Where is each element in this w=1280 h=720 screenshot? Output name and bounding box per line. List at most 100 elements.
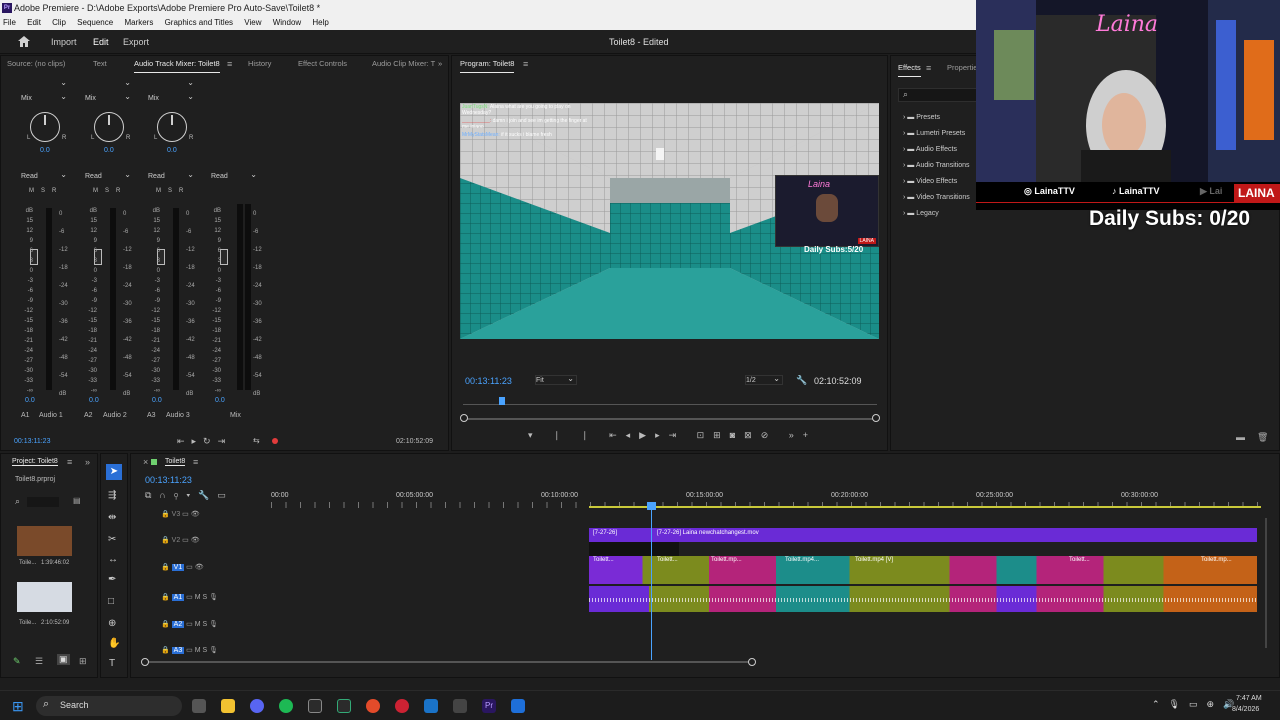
trash-icon[interactable]: 🗑 [1257, 432, 1268, 443]
timeline-timecode[interactable]: 00:13:11:23 [145, 475, 192, 485]
channel-mode-3[interactable]: Mix [148, 92, 196, 104]
menu-help[interactable]: Help [312, 18, 328, 27]
automation-mode-1[interactable]: Read [21, 170, 69, 182]
v1-clip-track[interactable]: Toilett... Toilett... Toilett.mp... Toil… [589, 556, 1257, 584]
icon-view-icon[interactable]: ▣ [57, 654, 70, 665]
ripple-tool-icon[interactable]: ⊕ [108, 618, 116, 629]
new-folder-icon[interactable]: ▬ [1236, 432, 1245, 442]
discord-icon[interactable] [250, 699, 264, 713]
automation-mode-2[interactable]: Read [85, 170, 133, 182]
input-select-2[interactable] [81, 78, 133, 90]
system-tray-icons[interactable]: ⌃🎙▭⊕🔊 [1152, 699, 1243, 710]
file-explorer-icon[interactable] [221, 699, 235, 713]
effects-item[interactable]: › ▬ Presets [903, 114, 983, 130]
effects-search-input[interactable]: ⌕ [898, 88, 978, 102]
close-icon[interactable]: × [143, 457, 148, 467]
program-video-frame[interactable]: JuanTugsN: Alaina what are you going to … [460, 103, 879, 339]
loop-icon[interactable]: ⇆ [253, 436, 260, 445]
program-transport-buttons[interactable]: ▾ ❘ ❘ ⇤◂▶▸⇥ ⊡⊞◙⊠⊘ »+ [528, 430, 817, 441]
a1-clip-track[interactable] [589, 586, 1257, 612]
program-menu-icon[interactable]: ≡ [523, 56, 528, 72]
search-icon[interactable]: ⌕ [15, 496, 20, 507]
program-playhead[interactable] [499, 397, 505, 405]
menu-file[interactable]: File [3, 18, 16, 27]
export-tab[interactable]: Export [123, 30, 149, 54]
menu-window[interactable]: Window [273, 18, 301, 27]
app-icon[interactable] [453, 699, 467, 713]
hand-tool-icon[interactable]: ✋ [108, 638, 120, 649]
bin-icon[interactable]: ▤ [73, 496, 81, 505]
v2-clip-track[interactable]: [7-27-26] [7-27-26] Laina newchatchanges… [589, 528, 1257, 542]
level-value-3[interactable]: 0.0 [152, 397, 162, 404]
rectangle-tool-icon[interactable]: □ [108, 596, 114, 607]
timeline-scroll-left-handle[interactable] [141, 658, 149, 666]
mixer-transport-controls[interactable]: ⇤▸↻⇥ [177, 436, 232, 447]
obs-icon[interactable] [308, 699, 322, 713]
level-value-mix[interactable]: 0.0 [215, 397, 225, 404]
selection-tool-icon[interactable]: ➤ [106, 464, 122, 480]
taskbar-search-box[interactable]: ⌕ Search [36, 696, 182, 716]
work-area-bar[interactable] [589, 506, 1261, 508]
panel-menu-icon[interactable]: ≡ [227, 56, 232, 72]
channel-mode-2[interactable]: Mix [85, 92, 133, 104]
freeform-view-icon[interactable]: ⊞ [79, 656, 87, 667]
timeline-playhead[interactable] [651, 502, 652, 660]
channel-mode-1[interactable]: Mix [21, 92, 69, 104]
app-icon[interactable] [395, 699, 409, 713]
level-value-2[interactable]: 0.0 [89, 397, 99, 404]
program-timecode[interactable]: 00:13:11:23 [465, 376, 512, 386]
task-view-icon[interactable] [192, 699, 206, 713]
zoom-bar-left-handle[interactable] [460, 414, 468, 422]
zoom-bar-right-handle[interactable] [872, 414, 880, 422]
resolution-select[interactable]: 1/2 [745, 374, 783, 385]
timeline-scroll-right-handle[interactable] [748, 658, 756, 666]
project-thumb-2[interactable] [17, 582, 72, 612]
app-icon[interactable] [511, 699, 525, 713]
v2-black-clip[interactable] [589, 542, 679, 556]
pan-knob-2[interactable] [94, 112, 124, 142]
home-icon[interactable] [18, 36, 30, 47]
pan-knob-1[interactable] [30, 112, 60, 142]
track-select-icon[interactable]: ⇶ [108, 490, 116, 501]
edit-tab[interactable]: Edit [93, 30, 109, 54]
list-view-icon[interactable]: ☰ [35, 656, 43, 667]
tab-source[interactable]: Source: (no clips) [7, 56, 65, 72]
project-menu-icon[interactable]: ≡ [67, 457, 72, 467]
effects-item[interactable]: › ▬ Audio Transitions [903, 162, 983, 178]
tab-sequence[interactable]: Toilet8 [165, 458, 186, 466]
program-mini-ruler[interactable] [463, 397, 877, 405]
timeline-ruler[interactable]: 00:00 00:05:00:00 00:10:00:00 00:15:00:0… [271, 492, 1261, 508]
a2-target[interactable]: A2 [171, 621, 185, 628]
chrome-icon[interactable] [366, 699, 380, 713]
slip-tool-icon[interactable]: ↔ [108, 554, 118, 565]
effects-item[interactable]: › ▬ Video Effects [903, 178, 983, 194]
automation-mode-mix[interactable]: Read [211, 170, 259, 182]
v1-target[interactable]: V1 [171, 564, 185, 571]
timeline-vertical-scroll[interactable] [1265, 518, 1267, 648]
effects-item[interactable]: › ▬ Video Transitions [903, 194, 983, 210]
menu-view[interactable]: View [244, 18, 261, 27]
a3-target[interactable]: A3 [171, 647, 185, 654]
menu-markers[interactable]: Markers [124, 18, 153, 27]
menu-edit[interactable]: Edit [27, 18, 41, 27]
ripple-edit-icon[interactable]: ⇹ [108, 512, 116, 523]
effects-item[interactable]: › ▬ Audio Effects [903, 146, 983, 162]
pan-value-2[interactable]: 0.0 [104, 147, 114, 154]
tab-text[interactable]: Text [93, 56, 107, 72]
timeline-zoom-scroll[interactable] [145, 661, 753, 663]
effects-menu-icon[interactable]: ≡ [926, 60, 931, 76]
wrench-icon[interactable]: 🔧 [796, 375, 807, 386]
steam-icon[interactable] [424, 699, 438, 713]
playhead-handle[interactable] [647, 502, 656, 510]
zoom-select[interactable]: Fit [535, 374, 577, 385]
volume-fader-mix[interactable] [220, 249, 228, 265]
tab-history[interactable]: History [248, 56, 271, 72]
mixer-timecode[interactable]: 00:13:11:23 [14, 438, 50, 445]
windows-start-icon[interactable]: ⊞ [12, 698, 24, 715]
timeline-toolbar[interactable]: ⧉∩⚲▾🔧▭ [145, 490, 234, 501]
tab-project[interactable]: Project: Toilet8 [12, 458, 58, 466]
sequence-menu-icon[interactable]: ≡ [193, 457, 198, 467]
project-overflow-icon[interactable]: » [85, 457, 90, 467]
menu-graphics[interactable]: Graphics and Titles [165, 18, 233, 27]
pan-value-1[interactable]: 0.0 [40, 147, 50, 154]
